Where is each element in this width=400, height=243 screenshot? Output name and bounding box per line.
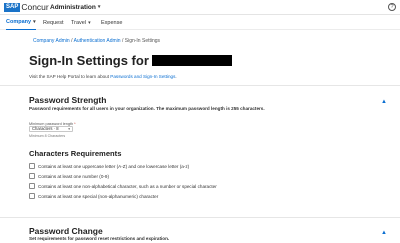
checkbox-label: Contains at least one number (0-9)	[38, 173, 109, 179]
password-strength-description: Password requirements for all users in y…	[29, 106, 265, 111]
min-length-hint: Minimum 8 Characters	[29, 134, 66, 138]
nav-item-request[interactable]: Request	[43, 15, 64, 30]
checkbox[interactable]	[29, 183, 35, 189]
password-strength-title: Password Strength	[29, 95, 107, 105]
nav-item-label: Request	[43, 19, 64, 26]
chevron-down-icon: ▾	[68, 127, 70, 131]
checkbox[interactable]	[29, 193, 35, 199]
nav-item-label: Travel	[71, 19, 87, 26]
min-length-value: Characters · 8	[32, 126, 59, 131]
page-title: Sign-In Settings for	[29, 53, 232, 68]
characters-requirements-title: Characters Requirements	[29, 149, 122, 158]
help-portal-prefix: Visit the SAP Help Portal to learn about	[29, 74, 111, 79]
chevron-up-icon[interactable]: ▲	[381, 230, 387, 236]
checkbox-label: Contains at least one non-alphabetical c…	[38, 183, 217, 189]
chevron-down-icon: ▾	[97, 4, 101, 10]
breadcrumb-authentication-admin[interactable]: Authentication Admin	[74, 38, 121, 44]
checkbox-label: Contains at least one uppercase letter (…	[38, 163, 190, 169]
chevron-down-icon: ▾	[88, 19, 91, 26]
redacted-company-name	[151, 55, 232, 66]
nav-item-label: Expense	[101, 19, 123, 26]
breadcrumb-current: Sign-In Settings	[124, 38, 161, 44]
requirement-uppercase-lowercase[interactable]: Contains at least one uppercase letter (…	[29, 163, 189, 169]
section-divider	[0, 85, 400, 86]
nav-item-travel[interactable]: Travel ▾	[71, 15, 91, 30]
sap-concur-logo[interactable]: SAP Concur	[4, 3, 49, 12]
checkbox[interactable]	[29, 163, 35, 169]
nav-item-expense[interactable]: Expense	[101, 15, 122, 30]
help-portal-suffix: .	[175, 74, 177, 79]
chevron-down-icon: ▾	[33, 19, 36, 25]
password-change-title: Password Change	[29, 226, 103, 236]
nav-item-company[interactable]: Company ▾	[6, 15, 36, 30]
checkbox-label: Contains at least one special (non-alpha…	[38, 193, 159, 199]
help-portal-text: Visit the SAP Help Portal to learn about…	[29, 74, 177, 79]
requirement-special-character[interactable]: Contains at least one special (non-alpha…	[29, 193, 158, 199]
administration-menu[interactable]: Administration ▾	[50, 3, 100, 12]
requirement-non-alphabetical[interactable]: Contains at least one non-alphabetical c…	[29, 183, 217, 189]
requirement-number[interactable]: Contains at least one number (0-9)	[29, 173, 109, 179]
breadcrumb: Company Admin / Authentication Admin / S…	[33, 38, 160, 44]
page-title-text: Sign-In Settings for	[29, 53, 149, 68]
top-bar: SAP Concur Administration ▾ ?	[0, 0, 400, 15]
breadcrumb-company-admin[interactable]: Company Admin	[33, 38, 70, 44]
required-marker: *	[74, 122, 76, 126]
help-circle-icon[interactable]: ?	[388, 3, 396, 11]
concur-logo-text: Concur	[21, 2, 49, 12]
min-length-select[interactable]: Characters · 8 ▾	[29, 126, 73, 132]
checkbox[interactable]	[29, 173, 35, 179]
password-change-description: Set requirements for password reset rest…	[29, 236, 170, 241]
main-nav: Company ▾ Request Travel ▾ Expense	[0, 15, 400, 30]
nav-item-label: Company	[6, 19, 32, 25]
sap-logo-badge: SAP	[4, 3, 21, 12]
chevron-up-icon[interactable]: ▲	[381, 99, 387, 105]
administration-menu-label: Administration	[50, 4, 96, 11]
help-portal-link[interactable]: Passwords and Sign-In Settings	[110, 74, 175, 79]
section-divider	[0, 217, 400, 218]
